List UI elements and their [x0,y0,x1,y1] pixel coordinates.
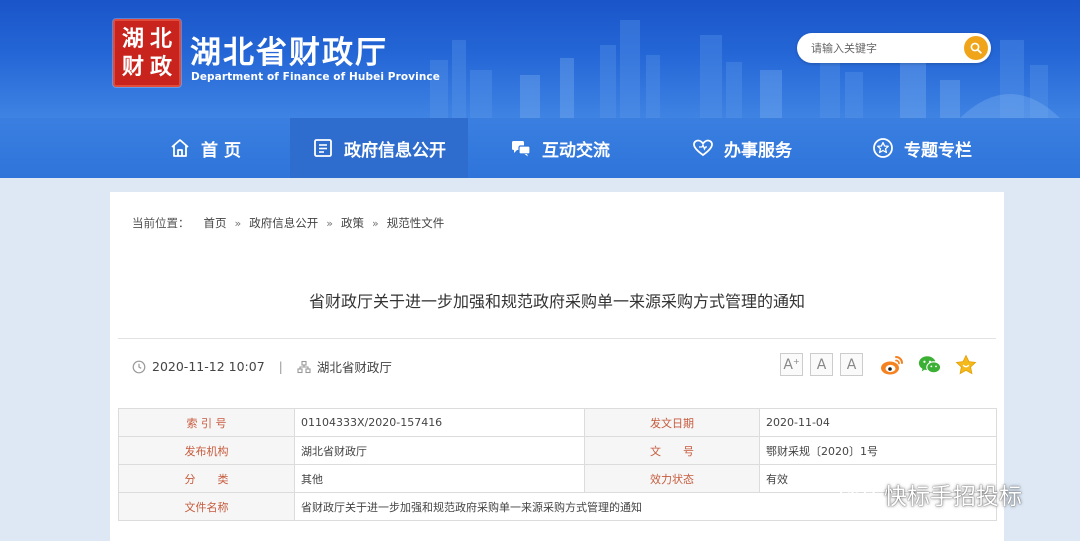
label-file-name: 文件名称 [118,492,295,521]
nav-item-interaction[interactable]: 互动交流 [490,118,630,178]
breadcrumb-separator: » [326,216,333,230]
value-document-number: 鄂财采规〔2020〕1号 [759,436,997,465]
nav-label-home: 首 页 [201,140,241,161]
nav-item-home[interactable]: 首 页 [130,118,280,178]
search-box [797,33,991,63]
nav-item-special-topics[interactable]: 专题专栏 [852,118,992,178]
breadcrumb-prefix: 当前位置： [132,216,190,230]
chat-icon [512,141,531,157]
value-issuing-agency: 湖北省财政厅 [294,436,585,465]
site-name-english: Department of Finance of Hubei Province [191,71,440,83]
wechat-icon [918,356,942,374]
seal-char-1: 湖 [121,26,144,52]
title-divider [118,338,996,339]
breadcrumb-separator: » [234,216,242,230]
nav-label-services: 办事服务 [724,140,792,161]
seal-char-4: 政 [149,54,172,80]
breadcrumb-separator: » [371,216,379,230]
breadcrumb-item-policy[interactable]: 政策 [341,215,364,231]
organization-icon [297,360,311,373]
favorite-star-icon [955,354,977,375]
site-header: 湖 北 财 政 湖北省财政厅 Department of Finance of … [0,0,1080,118]
label-category: 分 类 [118,464,295,493]
clock-icon [132,360,146,373]
value-category: 其他 [294,464,585,493]
breadcrumb-item-normative-docs[interactable]: 规范性文件 [387,215,445,231]
search-button[interactable] [964,36,988,60]
font-medium-label: A [816,356,827,373]
value-index-number: 01104333X/2020-157416 [294,408,585,437]
breadcrumb-item-home[interactable]: 首页 [204,215,227,231]
seal-char-2: 北 [149,26,172,52]
font-large-label: A [783,356,793,373]
nav-label-special-topics: 专题专栏 [904,140,972,161]
label-validity-status: 效力状态 [584,464,760,493]
hubei-finance-seal-logo[interactable]: 湖 北 财 政 [113,19,181,87]
article-source: 湖北省财政厅 [316,360,392,375]
publish-datetime: 2020-11-12 10:07 [152,359,265,374]
heart-icon [693,139,713,157]
nav-item-services[interactable]: 办事服务 [672,118,812,178]
nav-label-interaction: 互动交流 [542,140,610,161]
value-issue-date: 2020-11-04 [759,408,997,437]
font-large-plus: + [792,356,800,366]
document-list-icon [314,139,332,157]
search-icon [970,42,982,54]
wechat-account-watermark: 快标手招投标 [838,477,1022,511]
font-small-label: A [846,356,857,373]
watermark-text: 快标手招投标 [884,484,1022,510]
weibo-icon [881,356,903,375]
label-document-number: 文 号 [584,436,760,465]
home-icon [171,139,189,157]
main-nav: 首 页 政府信息公开 互动交流 办事服务 专题专栏 [0,118,1080,178]
share-weibo-button[interactable] [880,353,904,377]
nav-label-gov-info: 政府信息公开 [344,140,446,161]
font-size-medium-button[interactable]: A [810,353,833,376]
table-row: 发布机构 湖北省财政厅 文 号 鄂财采规〔2020〕1号 [118,436,997,465]
label-index-number: 索 引 号 [118,408,295,437]
wechat-channel-icon [840,482,875,505]
article-meta: 2020-11-12 10:07 | 湖北省财政厅 [132,357,392,376]
star-circle-icon [873,138,893,158]
table-row: 索 引 号 01104333X/2020-157416 发文日期 2020-11… [118,408,997,437]
label-issuing-agency: 发布机构 [118,436,295,465]
breadcrumb: 当前位置： 首页 » 政府信息公开 » 政策 » 规范性文件 [132,215,444,231]
seal-char-3: 财 [121,54,144,80]
search-input[interactable] [811,38,959,58]
font-size-large-button[interactable]: A + [780,353,803,376]
meta-divider: | [278,359,283,374]
article-title: 省财政厅关于进一步加强和规范政府采购单一来源采购方式管理的通知 [308,292,805,311]
breadcrumb-item-gov-info[interactable]: 政府信息公开 [249,215,318,231]
site-name[interactable]: 湖北省财政厅 [190,27,388,72]
font-size-small-button[interactable]: A [840,353,863,376]
nav-item-gov-info[interactable]: 政府信息公开 [290,118,468,178]
label-issue-date: 发文日期 [584,408,760,437]
favorite-button[interactable] [954,353,978,377]
share-wechat-button[interactable] [918,353,942,377]
